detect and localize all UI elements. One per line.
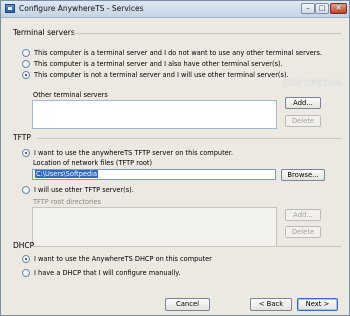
softpedia-watermark: SOFTPEDIA — [283, 79, 343, 89]
configure-window: Configure AnywhereTS - Services – □ ✕ Te… — [0, 0, 350, 316]
radio-button[interactable] — [22, 49, 30, 57]
title-bar[interactable]: Configure AnywhereTS - Services – □ ✕ — [1, 1, 349, 18]
radio-button[interactable] — [22, 269, 30, 277]
tftp-root-value: C:\Users\Softpedia — [35, 170, 99, 178]
next-button[interactable]: Next > — [297, 298, 338, 311]
other-terminal-servers-list[interactable] — [32, 100, 277, 129]
terminal-servers-heading: Terminal servers — [13, 28, 75, 37]
cancel-button[interactable]: Cancel — [165, 298, 210, 311]
tftp-root-dirs-label: TFTP root directories — [33, 198, 102, 206]
dhcp-divider — [39, 246, 341, 247]
dialog-content: Terminal servers This computer is a term… — [1, 18, 349, 315]
minimize-button[interactable]: – — [301, 3, 315, 14]
radio-button-selected[interactable] — [22, 149, 30, 157]
back-button[interactable]: < Back — [250, 298, 292, 311]
tftp-location-label: Location of network files (TFTP root) — [33, 159, 153, 167]
browse-button[interactable]: Browse... — [281, 169, 325, 181]
tftp-root-field[interactable]: C:\Users\Softpedia — [32, 169, 276, 180]
terminal-servers-divider — [73, 33, 341, 34]
ts-option-3-label: This computer is not a terminal server a… — [34, 71, 289, 79]
radio-button[interactable] — [22, 186, 30, 194]
ts-option-1-label: This computer is a terminal server and I… — [34, 49, 323, 57]
other-terminal-servers-label: Other terminal servers — [33, 91, 108, 99]
delete-tftp-dir-button[interactable]: Delete — [285, 226, 321, 238]
radio-button-selected[interactable] — [22, 255, 30, 263]
close-button[interactable]: ✕ — [330, 3, 347, 14]
radio-button[interactable] — [22, 60, 30, 68]
app-icon — [5, 4, 15, 13]
maximize-button[interactable]: □ — [315, 3, 329, 14]
radio-button-selected[interactable] — [22, 71, 30, 79]
tftp-heading: TFTP — [13, 133, 31, 142]
ts-option-2-label: This computer is a terminal server and I… — [34, 60, 283, 68]
dhcp-heading: DHCP — [13, 241, 35, 250]
add-tftp-dir-button[interactable]: Add... — [285, 209, 321, 221]
dhcp-manual-label: I have a DHCP that I will configure manu… — [34, 269, 181, 277]
tftp-use-own-label: I want to use the anywhereTS TFTP server… — [34, 149, 233, 157]
add-terminal-server-button[interactable]: Add... — [285, 97, 321, 109]
tftp-divider — [37, 138, 341, 139]
tftp-root-dirs-list[interactable] — [32, 207, 277, 247]
tftp-use-other-label: I will use other TFTP server(s). — [34, 186, 134, 194]
delete-terminal-server-button[interactable]: Delete — [285, 115, 321, 127]
window-title: Configure AnywhereTS - Services — [19, 4, 144, 13]
dhcp-use-own-label: I want to use the AnywhereTS DHCP on thi… — [34, 255, 212, 263]
